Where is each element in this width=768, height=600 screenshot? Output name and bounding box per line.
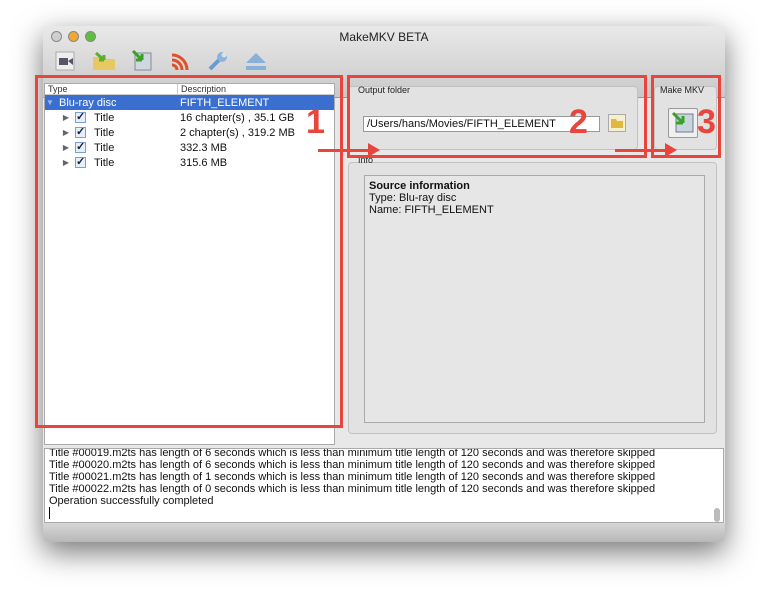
annotation-number-3: 3 [697, 103, 716, 141]
info-type: Type: Blu-ray disc [369, 192, 457, 204]
info-panel: Source information Type: Blu-ray disc Na… [364, 175, 705, 423]
log-line: Title #00019.m2ts has length of 6 second… [49, 448, 656, 459]
settings-icon[interactable] [205, 48, 231, 74]
open-files-icon[interactable] [53, 48, 79, 74]
window-title: MakeMKV BETA [339, 30, 429, 44]
log-line: Title #00021.m2ts has length of 1 second… [49, 471, 656, 483]
info-name: Name: FIFTH_ELEMENT [369, 204, 494, 216]
log-output[interactable]: Title #00019.m2ts has length of 6 second… [44, 448, 724, 523]
annotation-box-2 [347, 75, 647, 158]
eject-icon[interactable] [243, 48, 269, 74]
annotation-box-1 [35, 75, 343, 428]
info-heading: Source information [369, 180, 470, 192]
log-line: Operation successfully completed [49, 495, 214, 507]
log-line: Title #00022.m2ts has length of 0 second… [49, 483, 656, 495]
text-cursor [49, 507, 50, 519]
log-line: Title #00020.m2ts has length of 6 second… [49, 459, 656, 471]
annotation-number-1: 1 [306, 103, 325, 141]
annotation-number-2: 2 [569, 103, 588, 141]
status-bar [43, 523, 725, 542]
annotation-arrow-2 [615, 143, 677, 157]
log-scrollbar[interactable] [714, 508, 720, 522]
annotation-arrow-1 [318, 143, 380, 157]
stream-icon[interactable] [167, 48, 193, 74]
make-mkv-icon[interactable] [129, 48, 155, 74]
open-folder-icon[interactable] [91, 48, 117, 74]
